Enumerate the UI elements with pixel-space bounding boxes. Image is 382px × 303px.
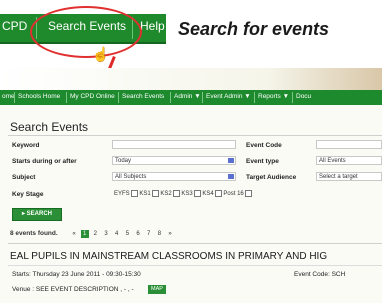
event-code: Event Code: SCH xyxy=(294,271,346,278)
pagination-page-7[interactable]: 7 xyxy=(145,230,153,238)
ks-ks1-checkbox[interactable] xyxy=(151,190,159,197)
sub-nav-item-search-events[interactable]: Search Events xyxy=(122,93,164,100)
starts-select[interactable]: Today xyxy=(112,156,236,165)
keyword-label: Keyword xyxy=(12,142,40,149)
ks-ks2-checkbox[interactable] xyxy=(172,190,180,197)
subject-select[interactable]: All Subjects xyxy=(112,172,236,181)
event-starts: Starts: Thursday 23 June 2011 - 09:30-15… xyxy=(12,271,141,278)
sub-nav-divider xyxy=(254,92,255,103)
pagination-next[interactable]: » xyxy=(166,230,174,238)
key-stage-label: Key Stage xyxy=(12,191,44,198)
event-type-select[interactable]: All Events xyxy=(316,156,382,165)
search-page-screenshot: ome Schools Home My CPD Online Search Ev… xyxy=(0,68,382,303)
search-button[interactable]: ▸ SEARCH xyxy=(12,208,62,221)
brand-strip xyxy=(0,68,382,90)
event-title[interactable]: EAL PUPILS IN MAINSTREAM CLASSROOMS IN P… xyxy=(10,251,327,262)
chevron-down-icon xyxy=(228,158,234,163)
sub-nav-item-schools-home[interactable]: Schools Home xyxy=(18,93,60,100)
sub-nav-item-admin[interactable]: Admin ▼ xyxy=(174,93,201,100)
ks-ks3-checkbox[interactable] xyxy=(193,190,201,197)
ks-post16-checkbox[interactable] xyxy=(244,190,252,197)
event-type-label: Event type xyxy=(246,158,279,165)
sub-nav-divider xyxy=(292,92,293,103)
event-code-label: Event Code xyxy=(246,142,282,149)
sub-nav-divider xyxy=(170,92,171,103)
top-nav-item-cpd[interactable]: CPD xyxy=(2,19,27,33)
sub-nav-item-my-cpd[interactable]: My CPD Online xyxy=(70,93,115,100)
ks-ks4-checkbox[interactable] xyxy=(214,190,222,197)
sub-nav-item[interactable]: ome xyxy=(2,93,15,100)
ks-ks4-label: KS4 xyxy=(202,191,214,198)
ks-ks1-label: KS1 xyxy=(139,191,151,198)
sub-nav-item-docu[interactable]: Docu xyxy=(296,93,311,100)
target-audience-select[interactable]: Select a target xyxy=(316,172,382,181)
starts-select-value: Today xyxy=(115,158,132,164)
pagination-page-5[interactable]: 5 xyxy=(123,230,131,238)
key-stage-group: EYFS KS1 KS2 KS3 KS4 Post 16 xyxy=(114,190,252,197)
hand-cursor-icon: ☝ xyxy=(92,46,110,62)
event-venue: Venue : SEE EVENT DESCRIPTION , - , - xyxy=(12,286,134,293)
pagination-page-4[interactable]: 4 xyxy=(113,230,121,238)
results-divider xyxy=(8,243,382,244)
event-divider xyxy=(8,265,382,266)
callout-title: Search for events xyxy=(178,19,330,39)
pagination-page-3[interactable]: 3 xyxy=(102,230,110,238)
sub-nav-divider xyxy=(118,92,119,103)
target-audience-label: Target Audience xyxy=(246,174,297,181)
ks-post16-label: Post 16 xyxy=(223,191,244,198)
subject-select-value: All Subjects xyxy=(115,174,147,180)
pagination-page-2[interactable]: 2 xyxy=(91,230,99,238)
top-nav-item-help[interactable]: Help xyxy=(140,19,165,33)
map-button[interactable]: MAP xyxy=(148,285,166,294)
ks-eyfs-checkbox[interactable] xyxy=(130,190,138,197)
sub-nav-item-event-admin[interactable]: Event Admin ▼ xyxy=(206,93,251,100)
ks-ks3-label: KS3 xyxy=(181,191,193,198)
sub-nav-divider xyxy=(66,92,67,103)
ks-ks2-label: KS2 xyxy=(160,191,172,198)
page-title: Search Events xyxy=(10,120,89,134)
sub-nav-divider xyxy=(14,92,15,103)
subject-label: Subject xyxy=(12,174,36,181)
pagination-page-6[interactable]: 6 xyxy=(134,230,142,238)
keyword-input[interactable] xyxy=(112,140,236,149)
sub-nav-bar: ome Schools Home My CPD Online Search Ev… xyxy=(0,90,382,105)
results-count: 8 events found. xyxy=(10,230,58,237)
search-button-label: SEARCH xyxy=(26,211,53,217)
pagination-page-1[interactable]: 1 xyxy=(80,230,89,238)
ks-eyfs-label: EYFS xyxy=(114,191,130,198)
sub-nav-divider xyxy=(202,92,203,103)
pagination-prev[interactable]: « xyxy=(70,230,78,238)
chevron-down-icon xyxy=(228,174,234,179)
event-code-input[interactable] xyxy=(316,140,382,149)
sub-nav-item-reports[interactable]: Reports ▼ xyxy=(258,93,289,100)
title-divider xyxy=(8,135,382,136)
pagination-page-8[interactable]: 8 xyxy=(155,230,163,238)
starts-label: Starts during or after xyxy=(12,158,77,165)
pagination: « 1 2 3 4 5 6 7 8 » xyxy=(70,230,175,238)
highlight-ellipse xyxy=(30,6,142,58)
